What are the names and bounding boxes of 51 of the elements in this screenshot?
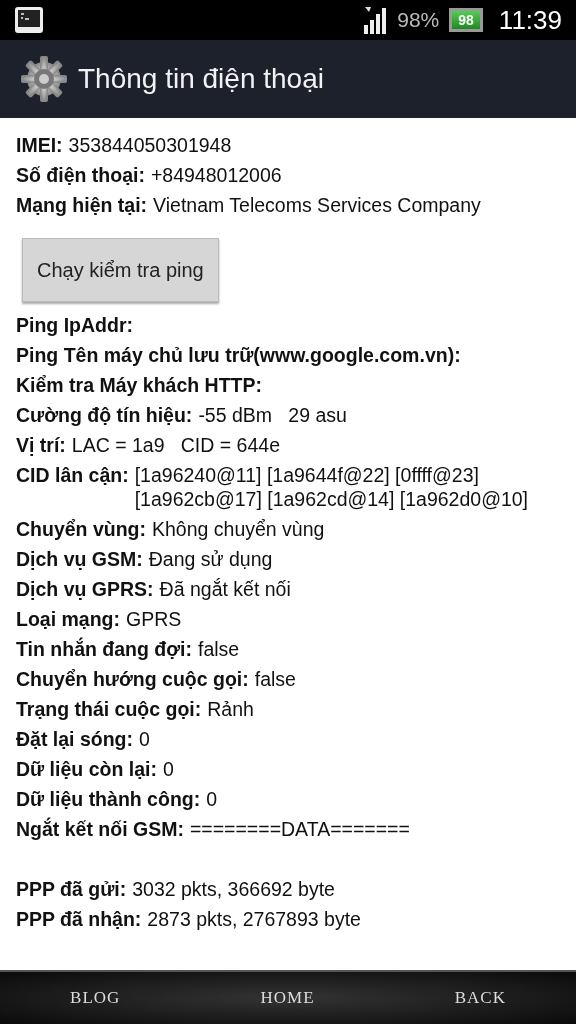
- field-label: Trạng thái cuộc gọi:: [16, 697, 202, 721]
- field-label: PPP đã gửi:: [16, 877, 127, 901]
- field-value: false: [198, 637, 240, 661]
- nav-link[interactable]: BLOG: [70, 988, 121, 1008]
- clock: 11:39: [498, 4, 562, 36]
- field-label: Ping IpAddr:: [16, 313, 133, 337]
- field-label: IMEI:: [16, 133, 63, 157]
- battery-icon: 98: [449, 8, 483, 32]
- field-label: Số điện thoại:: [16, 163, 145, 187]
- field-value: ========DATA=======: [189, 817, 410, 841]
- field-value: [1a96240@11] [1a9644f@22] [0ffff@23] [1a962cb@17] [1a962cd@14] [1a962d0@10]: [134, 463, 530, 511]
- field-label: PPP đã nhận:: [16, 907, 142, 931]
- field-label: Chuyển hướng cuộc gọi:: [16, 667, 249, 691]
- field-value: GPRS: [126, 607, 182, 631]
- field-value: Đã ngắt kết nối: [159, 577, 291, 601]
- field-value: LAC = 1a9 CID = 644e: [71, 433, 280, 457]
- field-label: Dữ liệu thành công:: [16, 787, 201, 811]
- field-label: CID lân cận:: [16, 463, 129, 487]
- terminal-icon: [14, 6, 44, 34]
- field-value: 353844050301948: [68, 133, 232, 157]
- field-value: -55 dBm 29 asu: [198, 403, 347, 427]
- field-value: Đang sử dụng: [148, 547, 273, 571]
- field-value: 0: [139, 727, 150, 751]
- field-label: Mạng hiện tại:: [16, 193, 148, 217]
- nav-link[interactable]: BACK: [454, 988, 506, 1008]
- field-label: Kiểm tra Máy khách HTTP:: [16, 373, 262, 397]
- field-label: Đặt lại sóng:: [16, 727, 133, 751]
- ping-test-button[interactable]: Chạy kiểm tra ping: [22, 238, 219, 302]
- field-value: 2873 pkts, 2767893 byte: [147, 907, 361, 931]
- field-label: Ngắt kết nối GSM:: [16, 817, 184, 841]
- field-label: Cường độ tín hiệu:: [16, 403, 193, 427]
- field-value: Không chuyển vùng: [152, 517, 325, 541]
- gear-icon: [20, 55, 68, 103]
- field-label: Dịch vụ GSM:: [16, 547, 143, 571]
- field-value: 0: [162, 757, 174, 781]
- field-label: Dịch vụ GPRS:: [16, 577, 154, 601]
- field-value: 3032 pkts, 366692 byte: [132, 877, 335, 901]
- screen-title: Thông tin điện thoại: [78, 63, 324, 95]
- field-value: 0: [206, 787, 218, 811]
- field-label: Tin nhắn đang đợi:: [16, 637, 192, 661]
- nav-link[interactable]: HOME: [260, 988, 315, 1008]
- field-label: Dữ liệu còn lại:: [16, 757, 157, 781]
- field-label: Vị trí:: [16, 433, 66, 457]
- field-value: false: [254, 667, 296, 691]
- field-value: Vietnam Telecoms Services Company: [153, 193, 481, 217]
- battery-percent: 98%: [397, 8, 440, 32]
- field-label: Chuyển vùng:: [16, 517, 146, 541]
- field-value: Rảnh: [207, 697, 254, 721]
- field-value: +84948012006: [150, 163, 282, 187]
- field-label: Loại mạng:: [16, 607, 120, 631]
- field-label: Ping Tên máy chủ lưu trữ(www.google.com.vn):: [16, 343, 461, 367]
